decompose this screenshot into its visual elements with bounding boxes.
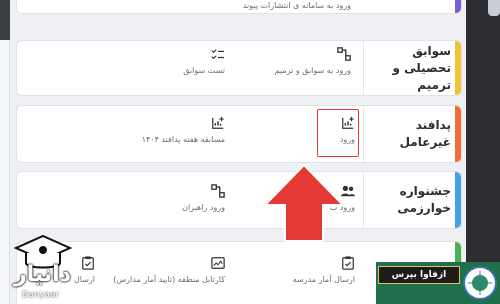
right-panel	[466, 0, 500, 304]
brand-label: ازفاوا بپرس	[378, 266, 460, 284]
records-login-item[interactable]: ورود به سوابق و ترمیم	[275, 47, 351, 75]
watermark-sub: Danyaar	[22, 290, 60, 299]
scrollbar-thumb[interactable]	[488, 0, 500, 16]
row-accent	[455, 172, 461, 228]
passive-defense-contest-item[interactable]: مسابقه هفته پدافند ۱۴۰۴	[142, 116, 225, 144]
kharazmi-supervisors-label: ورود راهبران	[182, 203, 225, 212]
records-test-item[interactable]: تست سوابق	[183, 47, 225, 75]
network-icon	[337, 47, 351, 61]
row-accent	[455, 106, 461, 162]
chart-add-icon	[212, 116, 224, 129]
category-kharazmi: جشنواره خوارزمی	[363, 172, 459, 228]
network-icon	[211, 184, 225, 198]
peyvand-login-label: ورود به سامانه ی انتشارات پیوند	[242, 1, 351, 10]
red-arrow-icon	[263, 163, 345, 242]
district-cartable-label: کارتابل منطقه (تایید آمار مدارس)	[113, 275, 225, 284]
category-records: سوابق تحصیلی و ترمیم	[363, 41, 459, 95]
watermark-name: دانیار	[14, 262, 71, 287]
row-card-passive-defense: ورود مسابقه هفته پدافند ۱۴۰۴ پدافند غیرع…	[16, 105, 462, 163]
row-card-kharazmi: ورود ب ورود راهبران جشنواره خوارزمی	[16, 171, 462, 229]
send-school-stats-label: ارسال آمار مدرسه	[292, 275, 355, 284]
clipboard-check-icon	[342, 256, 354, 270]
row-card-peyvand: ورود به سامانه ی انتشارات پیوند	[16, 0, 462, 14]
checklist-icon	[211, 49, 225, 60]
left-panel-header	[0, 0, 10, 40]
clipboard-check-icon	[82, 256, 94, 270]
district-cartable-item[interactable]: کارتابل منطقه (تایید آمار مدارس)	[113, 256, 225, 284]
peyvand-login-item[interactable]: ورود به سامانه ی انتشارات پیوند	[243, 1, 351, 10]
send-school-stats-item[interactable]: ارسال آمار مدرسه	[293, 256, 355, 284]
passive-defense-contest-label: مسابقه هفته پدافند ۱۴۰۴	[141, 135, 225, 144]
row-accent	[455, 41, 461, 95]
kharazmi-supervisors-item[interactable]: ورود راهبران	[182, 184, 225, 212]
row-accent	[455, 0, 461, 13]
row-card-records: ورود به سوابق و ترمیم تست سوابق سوابق تح…	[16, 40, 462, 96]
records-test-label: تست سوابق	[183, 66, 225, 75]
image-check-icon	[211, 257, 225, 269]
highlight-box	[317, 109, 359, 157]
category-passive-defense: پدافند غیرعامل	[363, 106, 459, 162]
records-login-label: ورود به سوابق و ترمیم	[274, 66, 351, 75]
brand-emblem-icon	[463, 266, 497, 300]
